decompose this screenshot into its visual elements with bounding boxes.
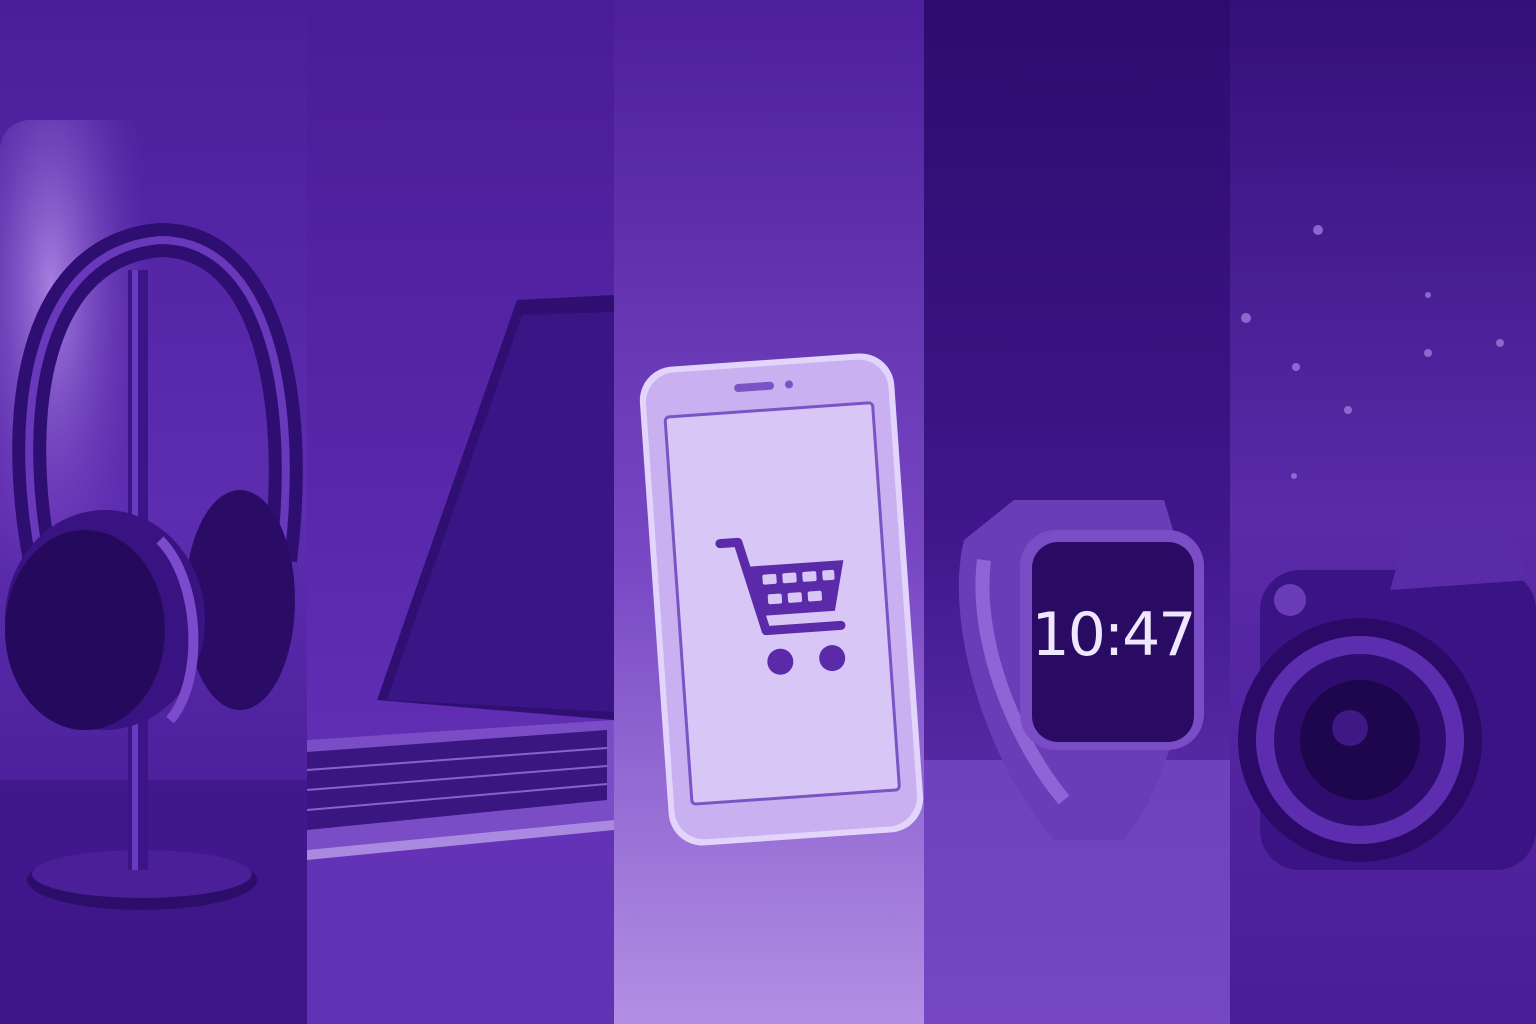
headphones-panel [0, 0, 307, 1024]
camera-panel [1230, 0, 1536, 1024]
smartphone-image [614, 0, 924, 1024]
laptop-image [307, 0, 614, 1024]
headphones-image [0, 0, 307, 1024]
laptop-panel [307, 0, 614, 1024]
smartwatch-panel: 10:47 [924, 0, 1230, 1024]
camera-image [1230, 0, 1536, 1024]
smartwatch-image: 10:47 [924, 0, 1230, 1024]
smartphone-panel [614, 0, 924, 1024]
product-collage: 10:47 [0, 0, 1536, 1024]
watch-time: 10:47 [1032, 600, 1195, 670]
